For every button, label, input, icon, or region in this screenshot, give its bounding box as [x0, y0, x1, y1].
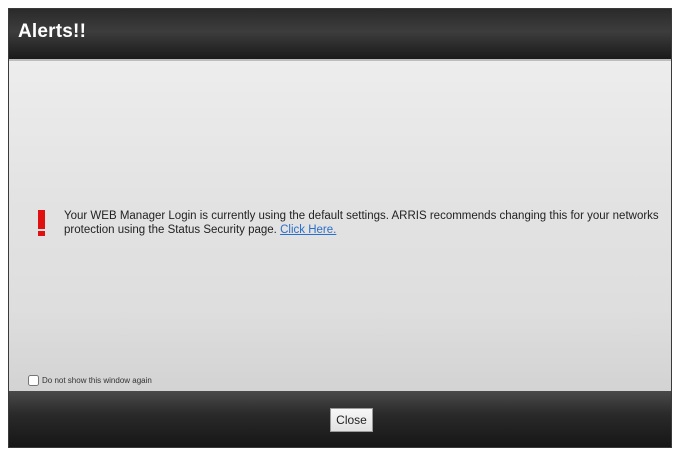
alerts-dialog: Alerts!! Your WEB Manager Login is curre… — [8, 8, 672, 448]
click-here-link[interactable]: Click Here. — [280, 224, 336, 236]
dont-show-again-label: Do not show this window again — [42, 375, 152, 385]
dialog-footer: Close — [9, 391, 671, 447]
close-button[interactable]: Close — [330, 408, 373, 432]
dont-show-again-checkbox[interactable] — [28, 374, 39, 386]
alert-message: Your WEB Manager Login is currently usin… — [64, 210, 659, 236]
alert-text: Your WEB Manager Login is currently usin… — [64, 209, 664, 237]
dialog-titlebar: Alerts!! — [9, 9, 671, 61]
exclamation-icon — [38, 210, 45, 236]
dont-show-again-row[interactable]: Do not show this window again — [28, 373, 152, 387]
dialog-title: Alerts!! — [18, 21, 87, 42]
dialog-content: Your WEB Manager Login is currently usin… — [9, 61, 671, 391]
